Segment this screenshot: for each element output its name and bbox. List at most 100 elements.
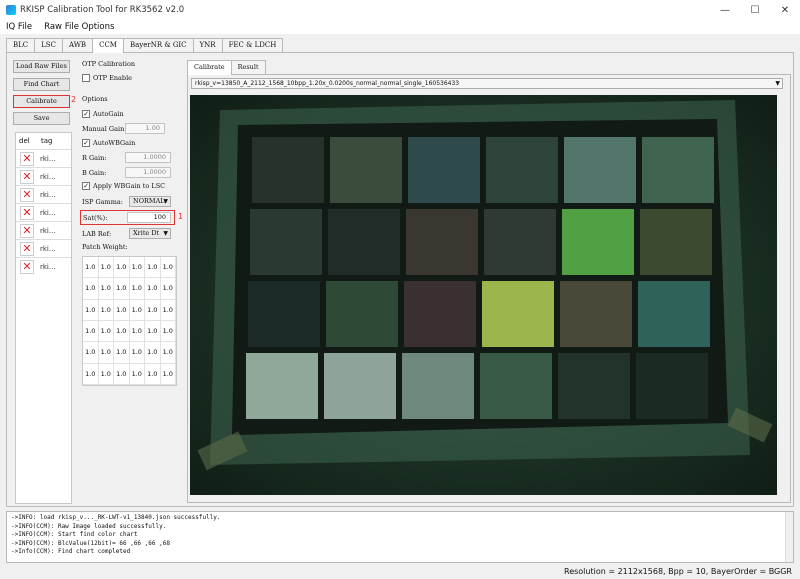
raw-image-view[interactable] [190, 95, 777, 495]
calibrate-button[interactable]: Calibrate [13, 95, 70, 108]
patch-weight-cell[interactable]: 1.0 [114, 342, 130, 364]
tab-ccm[interactable]: CCM [92, 38, 124, 53]
patch-weight-cell[interactable]: 1.0 [145, 363, 161, 385]
patch-weight-cell[interactable]: 1.0 [98, 321, 114, 343]
tab-result[interactable]: Result [230, 60, 266, 74]
color-chart-image [190, 95, 777, 495]
apply-wbgain-lsc-checkbox[interactable]: ✓ Apply WBGain to LSC [82, 182, 165, 190]
autogain-checkbox[interactable]: ✓ AutoGain [82, 110, 124, 118]
patch-weight-cell[interactable]: 1.0 [160, 299, 176, 321]
patch-weight-cell[interactable]: 1.0 [98, 257, 114, 279]
b-gain-field[interactable]: 1.0000 [125, 167, 171, 178]
lab-ref-label: LAB Ref: [82, 230, 112, 238]
load-raw-files-button[interactable]: Load Raw Files [13, 60, 70, 73]
patch-weight-cell[interactable]: 1.0 [145, 342, 161, 364]
delete-icon[interactable]: ✕ [20, 151, 34, 166]
patch-weight-cell[interactable]: 1.0 [145, 299, 161, 321]
patch-weight-cell[interactable]: 1.0 [98, 363, 114, 385]
close-button[interactable]: ✕ [770, 0, 800, 20]
patch-weight-cell[interactable]: 1.0 [98, 278, 114, 300]
color-patch [404, 281, 476, 347]
log-line: ->Info(CCM): Find chart completed [11, 548, 131, 555]
find-chart-button[interactable]: Find Chart [13, 78, 70, 91]
patch-weight-cell[interactable]: 1.0 [129, 257, 145, 279]
color-patch [408, 137, 480, 203]
patch-weight-cell[interactable]: 1.0 [160, 342, 176, 364]
patch-weight-cell[interactable]: 1.0 [114, 363, 130, 385]
log-scrollbar[interactable] [785, 512, 793, 562]
patch-weight-cell[interactable]: 1.0 [160, 363, 176, 385]
color-patch [246, 353, 318, 419]
patch-weight-cell[interactable]: 1.0 [160, 321, 176, 343]
tab-awb[interactable]: AWB [61, 38, 94, 52]
log-line: ->INFO(CCM): BlcValue(12bit)= 66 ,66 ,66… [11, 539, 170, 547]
save-button[interactable]: Save [13, 112, 70, 125]
menu-raw-file-options[interactable]: Raw File Options [38, 22, 120, 32]
delete-icon[interactable]: ✕ [20, 205, 34, 220]
patch-weight-cell[interactable]: 1.0 [83, 321, 99, 343]
maximize-button[interactable]: ☐ [740, 0, 770, 20]
patch-weight-cell[interactable]: 1.0 [129, 278, 145, 300]
tab-fec-ldch[interactable]: FEC & LDCH [221, 38, 284, 52]
status-text: Resolution = 2112x1568, Bpp = 10, BayerO… [564, 567, 792, 576]
color-patch [402, 353, 474, 419]
color-patch [326, 281, 398, 347]
patch-weight-cell[interactable]: 1.0 [98, 342, 114, 364]
delete-icon[interactable]: ✕ [20, 259, 34, 274]
color-patch [636, 353, 708, 419]
isp-gamma-select[interactable]: NORMAL ▼ [129, 196, 171, 207]
tag-table: del tag ✕ rki... ✕ rki... ✕ rki... ✕ rki... … [15, 132, 72, 504]
minimize-button[interactable]: — [710, 0, 740, 20]
patch-weight-cell[interactable]: 1.0 [129, 321, 145, 343]
patch-weight-cell[interactable]: 1.0 [114, 299, 130, 321]
patch-weight-cell[interactable]: 1.0 [160, 257, 176, 279]
patch-weight-cell[interactable]: 1.0 [145, 321, 161, 343]
color-patch [642, 137, 714, 203]
patch-weight-cell[interactable]: 1.0 [145, 257, 161, 279]
manual-gain-field[interactable]: 1.00 [125, 123, 165, 134]
autowbgain-checkbox[interactable]: ✓ AutoWBGain [82, 139, 135, 147]
tab-lsc[interactable]: LSC [34, 38, 63, 52]
otp-enable-checkbox[interactable]: OTP Enable [82, 74, 132, 82]
patch-weight-cell[interactable]: 1.0 [83, 299, 99, 321]
raw-file-select[interactable]: rkisp_v=13850_A_2112_1568_10bpp_1.20x_0.… [191, 78, 783, 89]
log-output: ->INFO: load rkisp_v..._RK-LWT-v1_13840.… [6, 511, 794, 563]
tab-bayernr-gic[interactable]: BayerNR & GIC [122, 38, 194, 52]
patch-weight-cell[interactable]: 1.0 [98, 299, 114, 321]
color-patch [562, 209, 634, 275]
manual-gain-label: Manual Gain: [82, 125, 127, 133]
menu-iq-file[interactable]: IQ File [0, 22, 38, 32]
patch-weight-cell[interactable]: 1.0 [83, 278, 99, 300]
patch-weight-cell[interactable]: 1.0 [83, 363, 99, 385]
patch-weight-cell[interactable]: 1.0 [114, 321, 130, 343]
sat-label: Sat(%): [83, 214, 108, 222]
lab-ref-select[interactable]: Xrite Dt ▼ [129, 228, 171, 239]
tab-calibrate[interactable]: Calibrate [187, 60, 232, 75]
sat-field[interactable]: 100 [127, 212, 171, 223]
patch-weight-cell[interactable]: 1.0 [83, 257, 99, 279]
patch-weight-cell[interactable]: 1.0 [129, 363, 145, 385]
r-gain-field[interactable]: 1.0000 [125, 152, 171, 163]
log-line: ->INFO: load rkisp_v..._RK-LWT-v1_13840.… [11, 514, 221, 521]
patch-weight-cell[interactable]: 1.0 [114, 278, 130, 300]
delete-icon[interactable]: ✕ [20, 187, 34, 202]
color-patch [640, 209, 712, 275]
patch-weight-cell[interactable]: 1.0 [160, 278, 176, 300]
patch-weight-cell[interactable]: 1.0 [129, 299, 145, 321]
color-patch [480, 353, 552, 419]
patch-weight-cell[interactable]: 1.0 [145, 278, 161, 300]
color-patch [484, 209, 556, 275]
table-row: ✕ rki... [16, 149, 71, 167]
table-row: ✕ rki... [16, 239, 71, 257]
delete-icon[interactable]: ✕ [20, 223, 34, 238]
patch-weight-cell[interactable]: 1.0 [114, 257, 130, 279]
color-patch [252, 137, 324, 203]
patch-weight-cell[interactable]: 1.0 [129, 342, 145, 364]
delete-icon[interactable]: ✕ [20, 241, 34, 256]
log-line: ->INFO(CCM): Raw Image loaded successful… [11, 522, 167, 530]
delete-icon[interactable]: ✕ [20, 169, 34, 184]
tab-ynr[interactable]: YNR [192, 38, 223, 52]
patch-weight-cell[interactable]: 1.0 [83, 342, 99, 364]
annotation-1: 1 [178, 212, 184, 221]
tab-blc[interactable]: BLC [6, 38, 36, 52]
